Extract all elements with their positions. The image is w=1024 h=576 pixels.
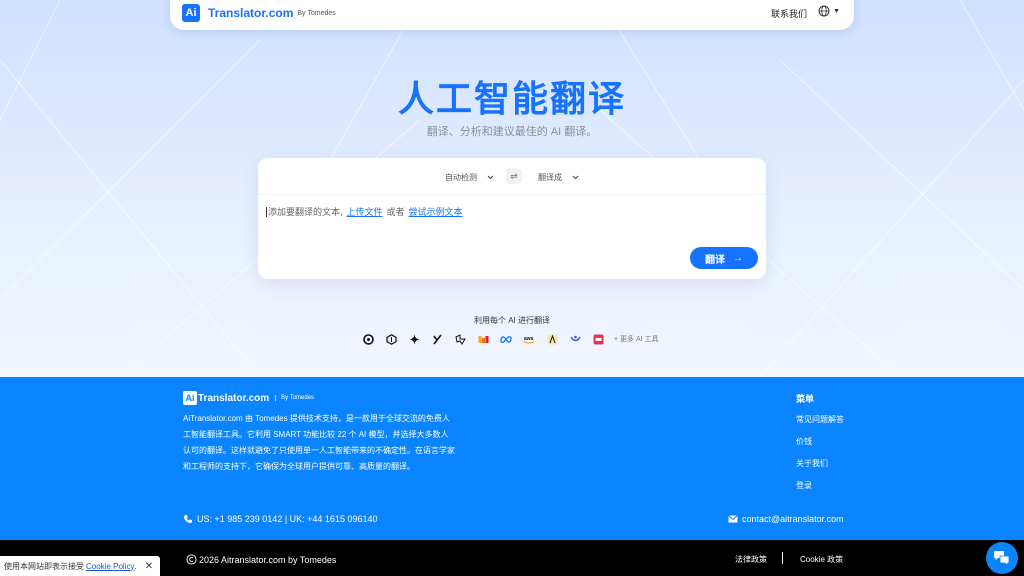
deepseek-icon[interactable] bbox=[454, 333, 466, 345]
chat-button[interactable] bbox=[986, 542, 1018, 574]
footer-email[interactable]: contact@aitranslator.com bbox=[728, 514, 844, 524]
chevron-down-icon: ▼ bbox=[833, 7, 840, 15]
amazon-icon[interactable]: aws bbox=[523, 333, 535, 345]
footer-link-pricing[interactable]: 价钱 bbox=[796, 436, 844, 447]
footer-logo-by: By Tomedes bbox=[275, 395, 314, 401]
grok-icon[interactable] bbox=[431, 333, 443, 345]
footer: Ai Translator.com By Tomedes AiTranslato… bbox=[0, 377, 1024, 540]
page-title: 人工智能翻译 bbox=[397, 78, 626, 119]
hero-section: Ai Translator.com By Tomedes 联系我们 ▼ 人工智能… bbox=[0, 0, 1024, 377]
language-bar: 自动检测 ⇌ 翻译成 bbox=[258, 158, 766, 195]
or-text: 或者 bbox=[386, 207, 405, 217]
footer-logo-name: Translator.com bbox=[198, 392, 270, 404]
logo-by: By Tomedes bbox=[297, 9, 336, 17]
footer-phone-text: US: +1 985 239 0142 | UK: +44 1615 09614… bbox=[197, 514, 378, 524]
contact-link[interactable]: 联系我们 bbox=[771, 7, 807, 20]
footer-description: AiTranslator.com 由 Tomedes 提供技术支持，是一款用于全… bbox=[183, 414, 455, 471]
source-language-select[interactable]: 自动检测 bbox=[445, 172, 494, 183]
copyright-icon bbox=[186, 554, 197, 565]
text-input[interactable]: 添加要翻译的文本, 上传文件 或者 尝试示例文本 bbox=[266, 205, 467, 218]
copyright-text: 2026 Aitranslator.com by Tomedes bbox=[199, 554, 337, 565]
chat-icon bbox=[994, 551, 1010, 566]
top-navbar: Ai Translator.com By Tomedes 联系我们 ▼ bbox=[170, 0, 854, 30]
footer-link-faq[interactable]: 常见问题解答 bbox=[796, 414, 844, 425]
mage-icon[interactable] bbox=[592, 333, 604, 345]
close-icon[interactable]: ✕ bbox=[145, 561, 153, 572]
gemini-icon[interactable] bbox=[408, 333, 420, 345]
footer-menu-title: 菜单 bbox=[796, 394, 815, 404]
target-language-label: 翻译成 bbox=[538, 173, 562, 182]
target-language-select[interactable]: 翻译成 bbox=[538, 172, 579, 183]
openai-icon[interactable] bbox=[362, 333, 374, 345]
footer-link-login[interactable]: 登录 bbox=[796, 480, 844, 491]
footer-menu: 菜单 常见问题解答 价钱 关于我们 登录 bbox=[796, 392, 844, 502]
chevron-down-icon bbox=[572, 175, 579, 180]
ai-tools-row: aws + 更多 AI 工具 bbox=[362, 332, 659, 346]
footer-logo-badge: Ai bbox=[183, 391, 197, 405]
footer-email-text: contact@aitranslator.com bbox=[742, 514, 844, 524]
footer-link-about[interactable]: 关于我们 bbox=[796, 458, 844, 469]
ai-tools-heading: 利用每个 AI 进行翻译 bbox=[473, 316, 550, 325]
arrow-right-icon: → bbox=[733, 252, 743, 264]
translate-button[interactable]: 翻译 → bbox=[690, 247, 758, 269]
more-ai-tools-link[interactable]: + 更多 AI 工具 bbox=[614, 334, 659, 344]
legal-policy-link[interactable]: 法律政策 bbox=[735, 554, 767, 565]
cookie-banner-link[interactable]: Cookie Policy bbox=[86, 562, 134, 571]
site-logo[interactable]: Ai Translator.com By Tomedes bbox=[182, 4, 336, 22]
globe-icon bbox=[818, 5, 830, 17]
cookie-banner: 使用本网站即表示接受 Cookie Policy . ✕ bbox=[0, 556, 160, 576]
input-placeholder: 添加要翻译的文本, bbox=[268, 207, 343, 217]
upload-file-link[interactable]: 上传文件 bbox=[347, 205, 383, 218]
divider bbox=[782, 552, 783, 564]
footer-phone[interactable]: US: +1 985 239 0142 | UK: +44 1615 09614… bbox=[183, 514, 377, 524]
language-selector[interactable]: ▼ bbox=[818, 5, 840, 17]
source-language-label: 自动检测 bbox=[445, 173, 477, 182]
cookie-policy-link[interactable]: Cookie 政策 bbox=[800, 554, 843, 565]
text-cursor bbox=[266, 206, 267, 217]
cookie-banner-dot: . bbox=[134, 561, 137, 571]
llama-icon[interactable] bbox=[546, 333, 558, 345]
perplexity-icon[interactable] bbox=[385, 333, 397, 345]
meta-icon[interactable] bbox=[500, 333, 512, 345]
translate-label: 翻译 bbox=[705, 254, 725, 266]
phone-icon bbox=[184, 515, 192, 524]
logo-name: Translator.com bbox=[208, 6, 294, 20]
qwen-icon[interactable] bbox=[569, 333, 581, 345]
cookie-banner-text: 使用本网站即表示接受 bbox=[4, 561, 84, 571]
copyright: 2026 Aitranslator.com by Tomedes bbox=[186, 554, 336, 565]
swap-languages-button[interactable]: ⇌ bbox=[506, 168, 522, 184]
chevron-down-icon bbox=[487, 175, 494, 180]
translator-card: 自动检测 ⇌ 翻译成 添加要翻译的文本, 上传文件 或者 尝试示例文本 翻译 → bbox=[258, 158, 766, 279]
swap-icon: ⇌ bbox=[510, 170, 518, 181]
mail-icon bbox=[728, 515, 738, 523]
footer-logo[interactable]: Ai Translator.com By Tomedes bbox=[183, 391, 314, 405]
sample-text-link[interactable]: 尝试示例文本 bbox=[409, 205, 463, 218]
logo-badge: Ai bbox=[182, 4, 200, 22]
svg-text:aws: aws bbox=[524, 336, 534, 342]
mistral-icon[interactable] bbox=[477, 333, 489, 345]
page-subtitle: 翻译、分析和建议最佳的 AI 翻译。 bbox=[426, 126, 598, 138]
